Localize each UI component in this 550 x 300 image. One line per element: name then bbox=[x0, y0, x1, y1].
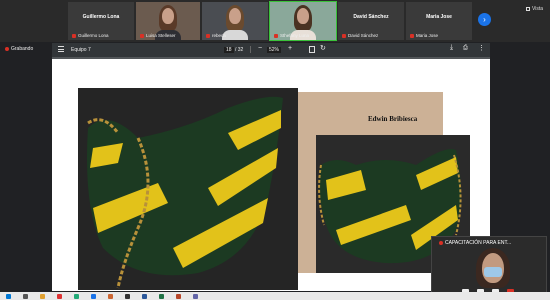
pdf-page: Edwin Bribiesca bbox=[52, 59, 490, 291]
print-icon[interactable]: ⎙ bbox=[463, 45, 468, 52]
hamburger-icon[interactable] bbox=[58, 46, 64, 52]
participant-tile[interactable]: Sthefany Luna bbox=[269, 1, 337, 41]
zoom-out-icon[interactable]: − bbox=[258, 45, 262, 52]
participant-label: Guillermo Lona bbox=[72, 33, 109, 38]
pip-label-text: CAPACITACIÓN PARA ENT... bbox=[445, 240, 512, 246]
participant-name: Guillermo Lona bbox=[82, 14, 120, 20]
view-button[interactable]: Vista bbox=[526, 6, 543, 12]
mic-muted-icon bbox=[410, 33, 414, 38]
record-dot-icon bbox=[5, 47, 9, 51]
bag-photo-large bbox=[78, 88, 298, 290]
rotate-icon[interactable]: ↻ bbox=[320, 44, 326, 52]
face-mask bbox=[484, 267, 502, 277]
participant-label: Sthefany Luna bbox=[274, 33, 309, 38]
toolbar-divider bbox=[250, 46, 251, 53]
pdf-viewer: Equipo 7 18 / 32 − 52% + ↻ ⤓ ⎙ ⋮ Edwin B… bbox=[52, 43, 490, 291]
app-icon[interactable] bbox=[57, 293, 62, 299]
word-icon[interactable] bbox=[142, 293, 147, 299]
powerpoint-icon[interactable] bbox=[176, 293, 181, 299]
participant-name: David Sánchez bbox=[353, 14, 389, 20]
zoom-indicator[interactable]: 52% bbox=[267, 47, 282, 53]
chevron-right-icon: › bbox=[483, 15, 486, 24]
participant-label: Maria Jose bbox=[410, 33, 438, 38]
mic-muted-icon bbox=[140, 33, 144, 38]
participant-tile[interactable]: David Sánchez David Sánchez bbox=[338, 2, 404, 40]
participant-label: rebeca bbox=[206, 33, 226, 38]
excel-icon[interactable] bbox=[159, 293, 164, 299]
document-title: Equipo 7 bbox=[71, 47, 91, 53]
zoom-in-icon[interactable]: + bbox=[288, 45, 292, 52]
record-dot-icon bbox=[439, 241, 443, 245]
participant-tile[interactable]: Guillermo Lona Guillermo Lona bbox=[68, 2, 134, 40]
search-icon[interactable] bbox=[23, 293, 28, 299]
app-icon[interactable] bbox=[108, 293, 113, 299]
recording-label: Grabando bbox=[11, 46, 34, 52]
participant-label-text: Guillermo Lona bbox=[78, 33, 109, 38]
mic-muted-icon bbox=[274, 33, 278, 38]
designer-name: Edwin Bribiesca bbox=[368, 115, 418, 123]
participant-face bbox=[229, 8, 241, 24]
meeting-screen: Guillermo Lona Guillermo Lona Luisa Stel… bbox=[0, 0, 550, 300]
fit-page-icon[interactable] bbox=[309, 46, 315, 53]
self-view-window[interactable]: CAPACITACIÓN PARA ENT... bbox=[431, 236, 547, 298]
grid-view-icon bbox=[526, 7, 530, 11]
recording-indicator: Grabando bbox=[5, 46, 33, 52]
participant-label-text: Sthefany Luna bbox=[280, 33, 310, 38]
next-participants-button[interactable]: › bbox=[478, 13, 491, 26]
participant-tile[interactable]: Maria Jose Maria Jose bbox=[406, 2, 472, 40]
participant-face bbox=[297, 8, 309, 24]
participant-label-text: Maria Jose bbox=[416, 33, 439, 38]
mic-muted-icon bbox=[342, 33, 346, 38]
participant-strip: Guillermo Lona Guillermo Lona Luisa Stel… bbox=[0, 0, 550, 42]
bag-illustration bbox=[87, 96, 283, 289]
participant-label: David Sánchez bbox=[342, 33, 378, 38]
file-explorer-icon[interactable] bbox=[40, 293, 45, 299]
participant-label-text: David Sánchez bbox=[348, 33, 379, 38]
pip-label: CAPACITACIÓN PARA ENT... bbox=[439, 240, 511, 246]
participant-label: Luisa Stelleser bbox=[140, 33, 176, 38]
participant-name: Maria Jose bbox=[426, 14, 452, 20]
browser-icon[interactable] bbox=[91, 293, 96, 299]
page-indicator: 18 / 32 bbox=[224, 47, 243, 53]
more-vertical-icon[interactable]: ⋮ bbox=[478, 44, 485, 52]
participant-face bbox=[162, 8, 174, 24]
mic-muted-icon bbox=[206, 33, 210, 38]
taskbar bbox=[0, 292, 550, 300]
download-icon[interactable]: ⤓ bbox=[450, 44, 453, 52]
pdf-toolbar: Equipo 7 18 / 32 − 52% + ↻ ⤓ ⎙ ⋮ bbox=[52, 43, 490, 57]
mic-muted-icon bbox=[72, 33, 76, 38]
app-icon[interactable] bbox=[74, 293, 79, 299]
participant-tile[interactable]: rebeca bbox=[202, 2, 268, 40]
zoom-value[interactable]: 52% bbox=[267, 47, 282, 53]
view-label: Vista bbox=[532, 6, 544, 12]
start-icon[interactable] bbox=[6, 293, 11, 299]
page-current-input[interactable]: 18 bbox=[224, 47, 234, 53]
participant-label-text: rebeca bbox=[212, 33, 226, 38]
app-icon[interactable] bbox=[125, 293, 130, 299]
teams-icon[interactable] bbox=[193, 293, 198, 299]
participant-label-text: Luisa Stelleser bbox=[146, 33, 176, 38]
page-total: / 32 bbox=[234, 47, 244, 53]
participant-tile[interactable]: Luisa Stelleser bbox=[136, 2, 200, 40]
